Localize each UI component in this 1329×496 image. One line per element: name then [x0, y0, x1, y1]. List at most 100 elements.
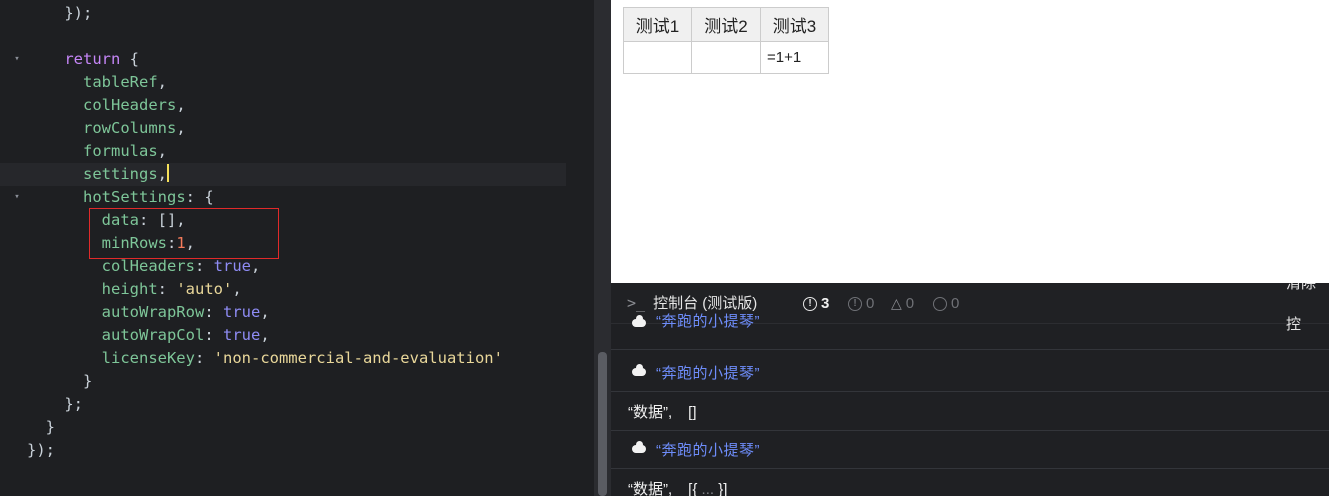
- editor-scrollbar[interactable]: [594, 0, 611, 496]
- cloud-icon: [632, 364, 646, 376]
- code-line[interactable]: autoWrapRow: true,: [0, 301, 566, 324]
- cloud-icon: [632, 441, 646, 453]
- code-token: });: [64, 4, 93, 22]
- code-token: }: [83, 372, 93, 390]
- log-text: “数据”,[]: [628, 403, 697, 421]
- code-token: :: [157, 280, 177, 298]
- code-line[interactable]: }: [0, 370, 566, 393]
- console-log-row[interactable]: “奔跑的小提琴”: [611, 430, 1329, 469]
- code-token: :: [194, 257, 214, 275]
- console-log-row[interactable]: “数据”,[{ ... }]: [611, 469, 1329, 496]
- table-cell[interactable]: [691, 41, 761, 74]
- log-string: “奔跑的小提琴”: [656, 364, 760, 382]
- console-log-row[interactable]: “奔跑的小提琴”: [611, 353, 1329, 392]
- code-token: ,: [232, 280, 242, 298]
- code-line[interactable]: return { ▾: [0, 48, 566, 71]
- code-token: hotSettings: [83, 188, 186, 206]
- code-line[interactable]: minRows:1,: [0, 232, 566, 255]
- code-token: };: [64, 395, 83, 413]
- console-log-row[interactable]: “奔跑的小提琴”: [611, 313, 1329, 350]
- table-cell[interactable]: [623, 41, 692, 74]
- code-token: ,: [260, 326, 270, 344]
- code-token: 'auto': [176, 280, 233, 298]
- column-header[interactable]: 测试1: [623, 7, 692, 42]
- code-token: :: [204, 303, 223, 321]
- code-line[interactable]: }: [0, 416, 566, 439]
- code-token: : {: [185, 188, 214, 206]
- editor-scrollbar-thumb[interactable]: [598, 352, 607, 496]
- code-token: ,: [157, 165, 167, 183]
- table-row: =1+1: [623, 41, 829, 74]
- console-panel: >_ 控制台 (测试版) ! 3 ! 0 △ 0 0 清除控 “奔跑的小提琴” “…: [611, 283, 1329, 496]
- table-cell[interactable]: =1+1: [760, 41, 829, 74]
- code-line[interactable]: rowColumns,: [0, 117, 566, 140]
- code-token: ,: [157, 142, 167, 160]
- error-icon: !: [803, 296, 817, 311]
- code-token: ,: [157, 73, 167, 91]
- code-token: ,: [250, 257, 261, 275]
- log-string: “奔跑的小提琴”: [656, 313, 760, 330]
- code-token: colHeaders: [101, 257, 195, 275]
- code-line[interactable]: formulas,: [0, 140, 566, 163]
- code-token: ,: [176, 119, 186, 137]
- code-line[interactable]: autoWrapCol: true,: [0, 324, 566, 347]
- column-header[interactable]: 测试3: [760, 7, 829, 42]
- preview-pane: 测试1 测试2 测试3 =1+1: [611, 0, 1329, 283]
- log-string: “奔跑的小提琴”: [656, 441, 760, 459]
- info-icon: !: [848, 296, 862, 311]
- code-token: colHeaders: [83, 96, 177, 114]
- code-token: {: [120, 50, 139, 68]
- code-token: return: [64, 50, 121, 68]
- code-editor[interactable]: }); return { ▾ tableRef, colHeaders, rowC…: [0, 0, 594, 496]
- code-token: });: [27, 441, 55, 459]
- fold-arrow-icon[interactable]: ▾: [12, 186, 22, 209]
- code-token: }: [45, 418, 56, 436]
- code-line[interactable]: tableRef,: [0, 71, 566, 94]
- column-header[interactable]: 测试2: [691, 7, 761, 42]
- cloud-icon: [632, 315, 646, 327]
- log-text: “数据”,[{ ... }]: [628, 480, 728, 496]
- code-token: autoWrapRow: [101, 303, 205, 321]
- code-token: ,: [176, 96, 186, 114]
- code-token: tableRef: [83, 73, 158, 91]
- code-line[interactable]: data: [],: [0, 209, 566, 232]
- code-line[interactable]: colHeaders: true,: [0, 255, 566, 278]
- code-token: formulas: [83, 142, 158, 160]
- code-line[interactable]: });: [0, 439, 566, 462]
- fold-arrow-icon[interactable]: ▾: [12, 48, 22, 71]
- console-log-row[interactable]: “数据”,[]: [611, 392, 1329, 431]
- code-token: licenseKey: [101, 349, 195, 367]
- code-line[interactable]: licenseKey: 'non-commercial-and-evaluati…: [0, 347, 566, 370]
- code-token: true: [222, 303, 261, 321]
- code-token: ,: [260, 303, 270, 321]
- code-line[interactable]: settings,: [0, 163, 566, 186]
- code-line[interactable]: };: [0, 393, 566, 416]
- code-line[interactable]: hotSettings: { ▾: [0, 186, 566, 209]
- text-cursor: [167, 164, 169, 182]
- red-highlight-box: [89, 208, 279, 259]
- code-token: autoWrapCol: [101, 326, 205, 344]
- code-line[interactable]: colHeaders,: [0, 94, 566, 117]
- handsontable-grid[interactable]: 测试1 测试2 测试3 =1+1: [623, 7, 829, 74]
- code-token: :: [204, 326, 223, 344]
- code-line[interactable]: height: 'auto',: [0, 278, 566, 301]
- code-token: true: [213, 257, 251, 275]
- code-line[interactable]: });: [0, 2, 566, 25]
- code-token: 'non-commercial-and-evaluation': [213, 349, 503, 367]
- header-row: 测试1 测试2 测试3: [623, 7, 829, 42]
- code-line[interactable]: [0, 25, 566, 48]
